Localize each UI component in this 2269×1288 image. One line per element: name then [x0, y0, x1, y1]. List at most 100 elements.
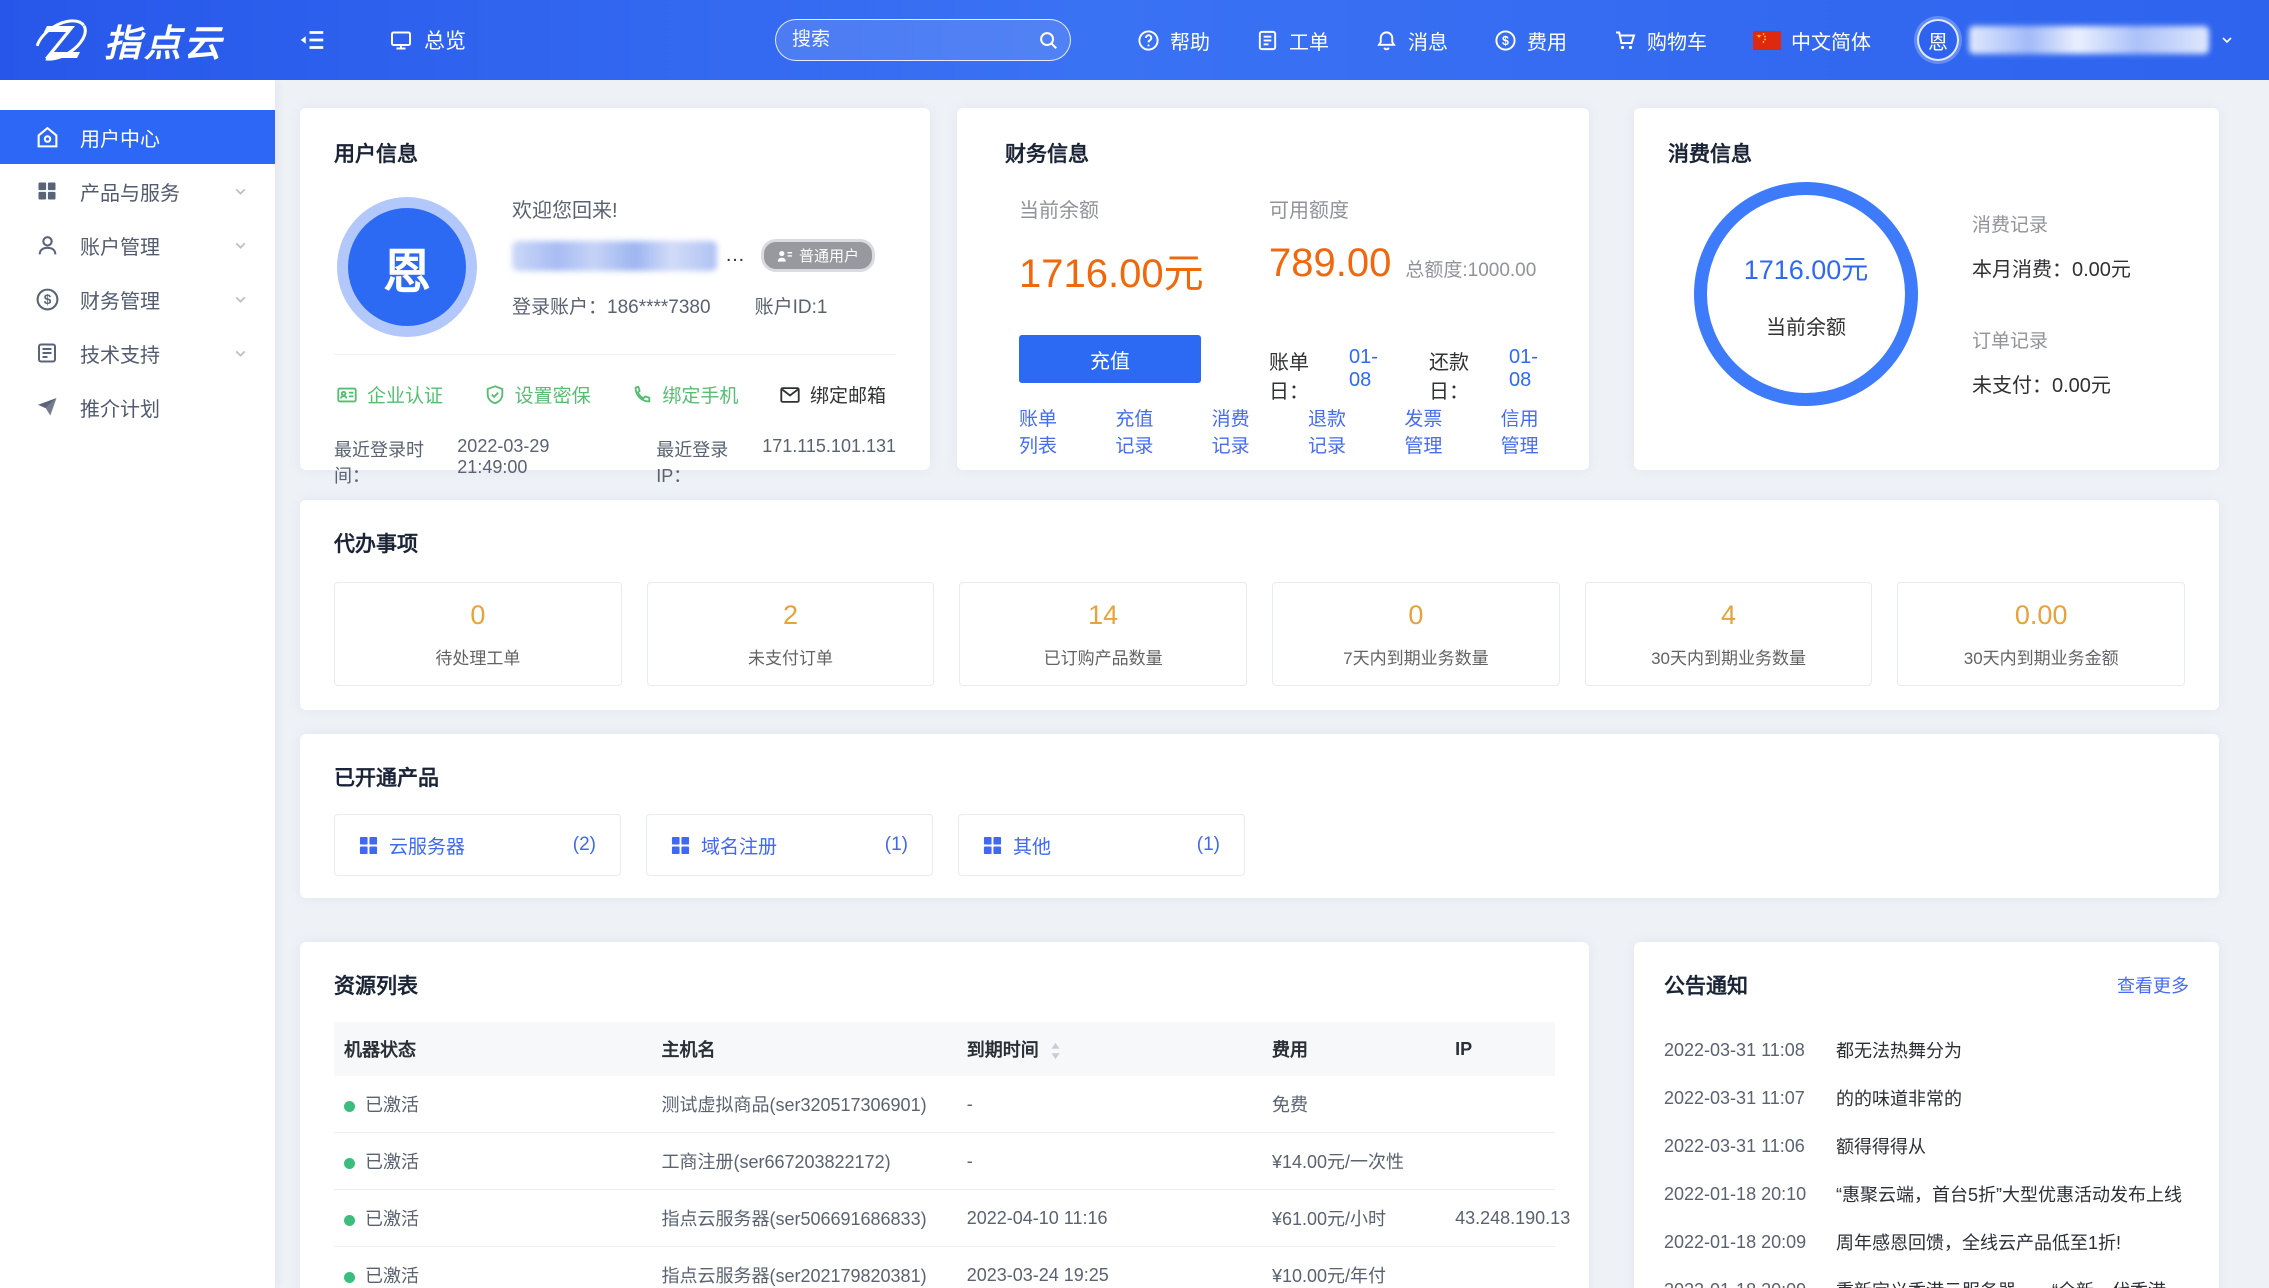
consume-stats: 消费记录 本月消费：0.00元 订单记录 未支付：0.00元: [1972, 182, 2131, 406]
col-hostname: 主机名: [651, 1022, 956, 1076]
announcement-date: 2022-01-18 20:10: [1664, 1184, 1836, 1205]
repay-day-value: 01-08: [1509, 346, 1555, 404]
table-row[interactable]: 已激活 工商注册(ser667203822172) - ¥14.00元/一次性: [334, 1133, 1555, 1190]
verify-label: 绑定邮箱: [810, 381, 886, 408]
security-question-link[interactable]: 设置密保: [484, 381, 591, 408]
account-id: 账户ID:1: [755, 292, 828, 319]
expire-cell: 2023-03-24 19:25: [957, 1247, 1262, 1288]
status-label: 已激活: [365, 1095, 419, 1115]
stat-value: 0: [1408, 600, 1423, 631]
bill-day-value: 01-08: [1349, 346, 1395, 404]
verify-label: 企业认证: [367, 381, 443, 408]
logo-text: 指点云: [104, 13, 224, 67]
stat-unpaid-orders[interactable]: 2 未支付订单: [647, 582, 935, 686]
sidebar-item-user-center[interactable]: 用户中心: [0, 110, 275, 164]
sidebar-item-account-management[interactable]: 账户管理: [0, 218, 275, 272]
stat-label: 30天内到期业务金额: [1964, 644, 2119, 669]
main-content: 用户信息 恩 欢迎您回来! …: [275, 80, 2269, 1288]
fee-cell: ¥61.00元/小时: [1262, 1190, 1445, 1247]
table-row[interactable]: 已激活 指点云服务器(ser506691686833) 2022-04-10 1…: [334, 1190, 1555, 1247]
product-cloud-server[interactable]: 云服务器 (2): [334, 814, 621, 876]
month-consume: 本月消费：0.00元: [1972, 253, 2131, 282]
announcement-item[interactable]: 2022-01-18 20:10 “惠聚云端，首台5折”大型优惠活动发布上线: [1664, 1170, 2189, 1218]
fees-menu-item[interactable]: $ 费用: [1494, 26, 1567, 55]
stat-expiring-7days[interactable]: 0 7天内到期业务数量: [1272, 582, 1560, 686]
col-ip: IP: [1445, 1022, 1555, 1076]
login-account-label: 登录账户：: [512, 297, 607, 318]
sidebar-item-tech-support[interactable]: 技术支持: [0, 326, 275, 380]
product-boxes: 云服务器 (2) 域名注册 (1) 其他: [334, 814, 2185, 876]
help-menu-item[interactable]: 帮助: [1137, 26, 1210, 55]
sidebar-item-label: 推介计划: [80, 393, 160, 422]
col-fee: 费用: [1262, 1022, 1445, 1076]
search-icon[interactable]: [1037, 29, 1059, 51]
svg-text:$: $: [1502, 33, 1509, 47]
recharge-record-link[interactable]: 充值记录: [1115, 404, 1169, 458]
work-order-icon: [1256, 29, 1279, 52]
fee-cell: 免费: [1262, 1076, 1445, 1133]
account-menu[interactable]: 恩: [1917, 19, 2235, 61]
col-expire-time[interactable]: 到期时间: [957, 1022, 1262, 1076]
product-other[interactable]: 其他 (1): [958, 814, 1245, 876]
redacted-username: [1969, 26, 2209, 54]
last-login-time-label: 最近登录时间：: [334, 436, 449, 488]
user-card-title: 用户信息: [334, 138, 896, 168]
announcement-item[interactable]: 2022-03-31 11:07 的的味道非常的: [1664, 1074, 2189, 1122]
shield-check-icon: [484, 384, 506, 406]
sidebar-item-products-services[interactable]: 产品与服务: [0, 164, 275, 218]
sidebar-collapse-icon[interactable]: [297, 25, 327, 55]
search-input[interactable]: [792, 29, 1037, 51]
bill-day: 账单日： 01-08: [1269, 346, 1395, 404]
stat-label: 已订购产品数量: [1044, 644, 1163, 669]
product-domain-registration[interactable]: 域名注册 (1): [646, 814, 933, 876]
last-login-ip-label: 最近登录IP：: [656, 436, 754, 488]
todo-card-title: 代办事项: [334, 528, 2185, 558]
finance-grid: 当前余额 1716.00元 充值 可用额度 789.00 总额度:1000.00…: [1005, 194, 1555, 404]
stat-expiring-amount[interactable]: 0.00 30天内到期业务金额: [1897, 582, 2185, 686]
table-row[interactable]: 已激活 指点云服务器(ser202179820381) 2023-03-24 1…: [334, 1247, 1555, 1288]
announcement-item[interactable]: 2022-01-18 20:09 周年感恩回馈，全线云产品低至1折!: [1664, 1218, 2189, 1266]
sidebar-item-referral-program[interactable]: 推介计划: [0, 380, 275, 434]
credit-management-link[interactable]: 信用管理: [1501, 404, 1555, 458]
enterprise-verify-link[interactable]: 企业认证: [336, 381, 443, 408]
recharge-button[interactable]: 充值: [1019, 335, 1201, 383]
chevron-down-icon: [2219, 32, 2235, 48]
messages-menu-item[interactable]: 消息: [1375, 26, 1448, 55]
view-more-link[interactable]: 查看更多: [2117, 972, 2189, 998]
verification-row: 企业认证 设置密保 绑定手机: [334, 354, 896, 408]
stat-pending-tickets[interactable]: 0 待处理工单: [334, 582, 622, 686]
bind-email-link[interactable]: 绑定邮箱: [779, 381, 886, 408]
cart-menu-item[interactable]: 购物车: [1613, 26, 1707, 55]
nav-overview[interactable]: 总览: [389, 25, 466, 55]
product-count: (1): [885, 834, 908, 856]
sort-icon[interactable]: [1050, 1042, 1061, 1060]
credit-total: 总额度:1000.00: [1405, 255, 1536, 282]
balance-ring-chart: 1716.00元 当前余额: [1694, 182, 1918, 406]
consume-record-link[interactable]: 消费记录: [1212, 404, 1266, 458]
announcement-item[interactable]: 2022-01-18 20:09 重新定义香港云服务器——“全新一代香港云主机”…: [1664, 1266, 2189, 1288]
finance-info-card: 财务信息 当前余额 1716.00元 充值 可用额度 789.00 总额度:10…: [957, 108, 1589, 470]
announcement-item[interactable]: 2022-03-31 11:08 都无法热舞分为: [1664, 1026, 2189, 1074]
invoice-management-link[interactable]: 发票管理: [1404, 404, 1458, 458]
announcement-date: 2022-03-31 11:07: [1664, 1088, 1836, 1109]
brand-logo[interactable]: 指点云: [0, 13, 275, 67]
stat-ordered-products[interactable]: 14 已订购产品数量: [959, 582, 1247, 686]
grid-icon: [671, 836, 690, 855]
announcement-item[interactable]: 2022-03-31 11:06 额得得得从: [1664, 1122, 2189, 1170]
table-row[interactable]: 已激活 测试虚拟商品(ser320517306901) - 免费: [334, 1076, 1555, 1133]
stat-expiring-30days[interactable]: 4 30天内到期业务数量: [1585, 582, 1873, 686]
bill-list-link[interactable]: 账单列表: [1019, 404, 1073, 458]
refund-record-link[interactable]: 退款记录: [1308, 404, 1362, 458]
fees-label: 费用: [1527, 26, 1567, 55]
dollar-icon: $: [1494, 29, 1517, 52]
stat-label: 待处理工单: [435, 644, 520, 669]
document-icon: [34, 340, 60, 366]
announcements-list: 2022-03-31 11:08 都无法热舞分为 2022-03-31 11:0…: [1664, 1026, 2189, 1288]
search-box[interactable]: [775, 19, 1071, 61]
avatar-letter: 恩: [1928, 26, 1948, 55]
language-menu-item[interactable]: 中文简体: [1753, 26, 1871, 55]
work-order-menu-item[interactable]: 工单: [1256, 26, 1329, 55]
announcements-card: 公告通知 查看更多 2022-03-31 11:08 都无法热舞分为 2022-…: [1634, 942, 2219, 1288]
bind-phone-link[interactable]: 绑定手机: [631, 381, 738, 408]
sidebar-item-finance-management[interactable]: $ 财务管理: [0, 272, 275, 326]
